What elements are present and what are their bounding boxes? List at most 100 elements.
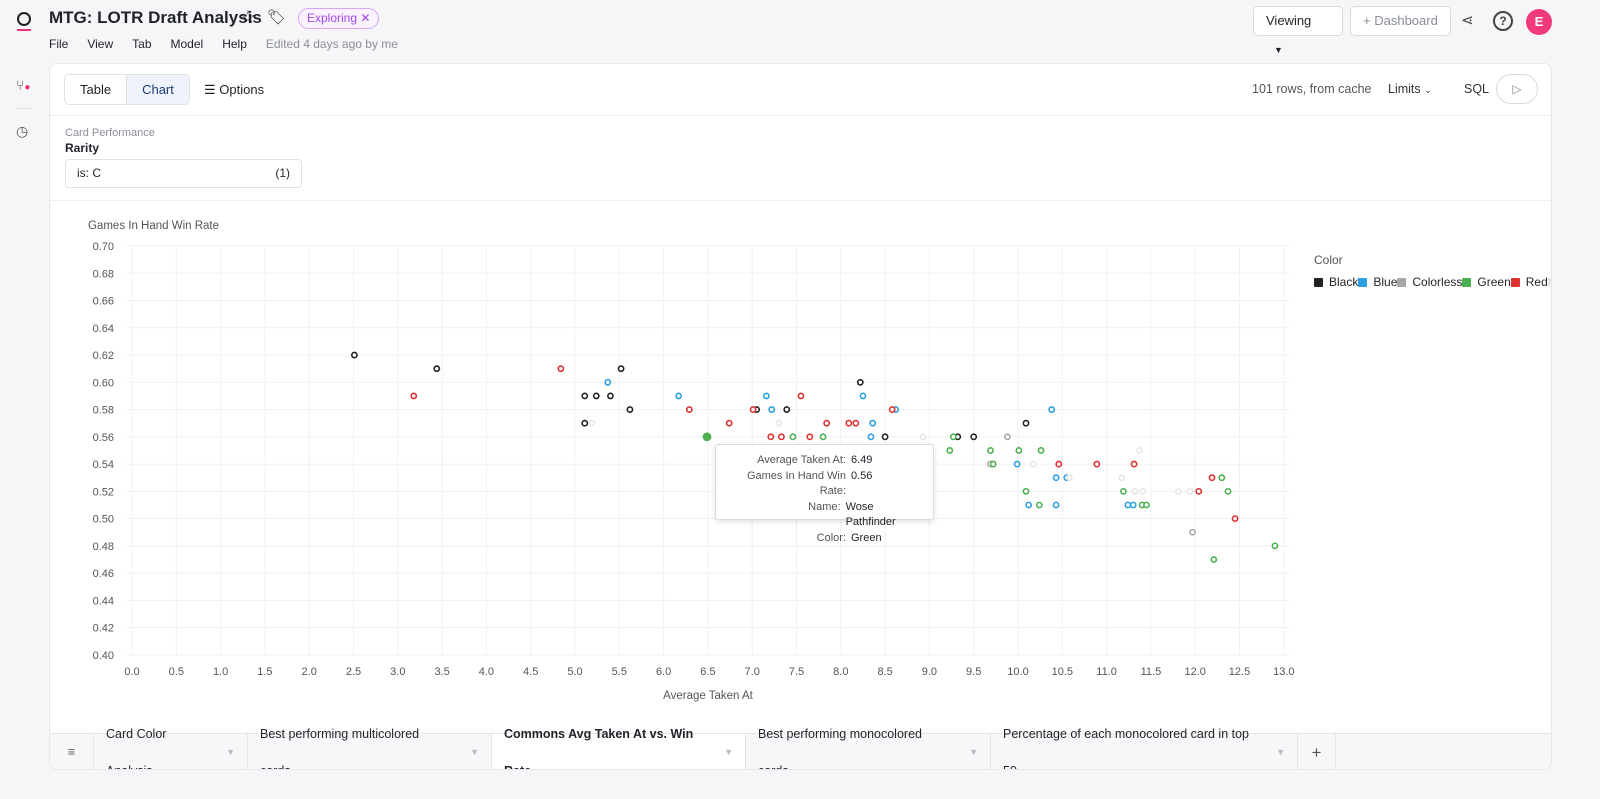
limits-label: Limits: [1388, 82, 1421, 96]
tab-label: Best performing multicolored cards: [260, 726, 420, 770]
data-point-green: [987, 447, 994, 454]
tab-percentage-monocolored[interactable]: Percentage of each monocolored card in t…: [991, 727, 1298, 769]
data-point-blue: [675, 392, 683, 400]
legend-label: Green: [1477, 275, 1511, 289]
data-point-black: [433, 365, 441, 373]
legend-swatch: [1397, 277, 1407, 287]
caret-down-icon: ▼: [1274, 45, 1283, 55]
plus-icon: +: [1363, 13, 1371, 28]
legend-swatch: [1510, 277, 1520, 287]
caret-down-icon[interactable]: ▼: [226, 734, 235, 769]
legend-swatch: [1462, 277, 1472, 287]
data-point-white: [1174, 487, 1182, 495]
legend-item-blue[interactable]: Blue: [1358, 275, 1397, 289]
menu-help[interactable]: Help: [222, 37, 247, 51]
tab-card-color-analysis[interactable]: Card Color Analysis ▼: [94, 727, 248, 769]
data-point-green: [1035, 501, 1043, 509]
data-point-blue: [1025, 501, 1033, 509]
caret-down-icon[interactable]: ▼: [1276, 734, 1285, 769]
data-point-red: [797, 392, 805, 400]
data-point-white: [775, 419, 783, 427]
dashboard-label: Dashboard: [1374, 13, 1438, 28]
data-point-red: [1055, 460, 1063, 468]
x-tick-label: 11.5: [1141, 666, 1162, 678]
branch-icon[interactable]: ⑂●: [16, 77, 30, 93]
x-tick-label: 13.0: [1273, 666, 1294, 678]
viewing-dropdown[interactable]: Viewing ▼: [1253, 6, 1343, 55]
caret-down-icon[interactable]: ▼: [724, 734, 733, 769]
y-tick-label: 0.40: [93, 650, 114, 662]
x-tick-label: 10.5: [1052, 666, 1073, 678]
y-tick-label: 0.52: [93, 486, 114, 498]
caret-down-icon[interactable]: ▼: [470, 734, 479, 769]
data-point-green: [1015, 447, 1023, 454]
sheet-tabs: ≡ Card Color Analysis ▼ Best performing m…: [50, 727, 1551, 769]
data-point-green: [789, 433, 797, 441]
viewing-label: Viewing: [1266, 13, 1312, 28]
data-point-blue: [867, 433, 875, 441]
share-icon[interactable]: ⋖: [1461, 11, 1474, 29]
tab-chart[interactable]: Chart: [126, 75, 189, 104]
menu-tab[interactable]: Tab: [132, 37, 151, 51]
star-icon[interactable]: ☆: [240, 7, 256, 28]
add-tab-button[interactable]: +: [1298, 734, 1336, 769]
rarity-filter[interactable]: is: C (1): [65, 159, 302, 188]
add-dashboard-button[interactable]: + Dashboard: [1350, 6, 1451, 36]
tooltip-key: Color:: [816, 531, 846, 544]
help-icon[interactable]: ?: [1493, 11, 1513, 31]
legend-label: Red: [1525, 275, 1548, 289]
caret-down-icon[interactable]: ▼: [969, 734, 978, 769]
x-tick-label: 7.5: [789, 666, 804, 678]
tab-label: Card Color Analysis: [106, 726, 167, 770]
data-point-blue: [1129, 501, 1137, 509]
data-point-blue: [1013, 460, 1021, 468]
menu-file[interactable]: File: [49, 37, 68, 51]
page-title: MTG: LOTR Draft Analysis: [49, 8, 262, 27]
x-tick-label: 5.5: [612, 666, 627, 678]
history-icon[interactable]: ◷: [16, 123, 28, 140]
data-point-black: [856, 378, 864, 386]
x-tick-label: 11.0: [1096, 666, 1117, 678]
x-tick-label: 8.0: [833, 666, 848, 678]
x-tick-label: 6.5: [700, 666, 715, 678]
tab-commons-avg[interactable]: Commons Avg Taken At vs. Win Rate ▼: [492, 727, 746, 769]
sql-button[interactable]: SQL: [1464, 82, 1489, 96]
data-point-red: [845, 419, 853, 427]
legend-item-white[interactable]: White: [1547, 275, 1551, 289]
data-point-red: [725, 419, 733, 427]
data-point-green: [1143, 501, 1150, 509]
close-icon[interactable]: ✕: [360, 11, 370, 25]
x-tick-label: 2.0: [302, 666, 317, 678]
y-tick-label: 0.68: [93, 268, 114, 280]
data-point-blue: [1052, 474, 1060, 482]
y-tick-label: 0.44: [93, 595, 114, 607]
tag-icon[interactable]: 🏷︎: [267, 8, 286, 26]
data-point-green: [1224, 487, 1232, 495]
x-tick-label: 8.5: [877, 666, 892, 678]
y-tick-label: 0.58: [93, 405, 114, 417]
menu-model[interactable]: Model: [171, 37, 204, 51]
legend-item-red[interactable]: Red: [1510, 275, 1548, 289]
tab-best-multicolored[interactable]: Best performing multicolored cards ▼: [248, 727, 492, 769]
x-tick-label: 4.0: [479, 666, 494, 678]
tooltip-key: Average Taken At:: [757, 454, 846, 466]
tooltip-row: Name: Wose Pathfinder: [726, 500, 923, 531]
options-button[interactable]: ☰ Options: [204, 82, 264, 98]
data-point-green: [946, 447, 954, 454]
data-point-red: [749, 406, 757, 413]
data-point-green: [819, 433, 827, 441]
run-button[interactable]: ▷: [1496, 74, 1538, 104]
x-tick-label: 0.5: [169, 666, 184, 678]
x-tick-label: 2.5: [346, 666, 361, 678]
legend-item-colorless[interactable]: Colorless: [1397, 275, 1462, 289]
limits-dropdown[interactable]: Limits ⌄: [1388, 82, 1432, 96]
tab-best-monocolored[interactable]: Best performing monocolored cards ▼: [746, 727, 991, 769]
legend-item-green[interactable]: Green: [1462, 275, 1511, 289]
menu-view[interactable]: View: [87, 37, 113, 51]
status-badge[interactable]: Exploring ✕: [298, 8, 380, 29]
avatar[interactable]: E: [1526, 9, 1552, 35]
app-logo[interactable]: [16, 10, 32, 32]
legend-item-black[interactable]: Black: [1314, 275, 1358, 289]
tab-table[interactable]: Table: [65, 75, 126, 104]
menu-icon[interactable]: ≡: [50, 734, 94, 769]
